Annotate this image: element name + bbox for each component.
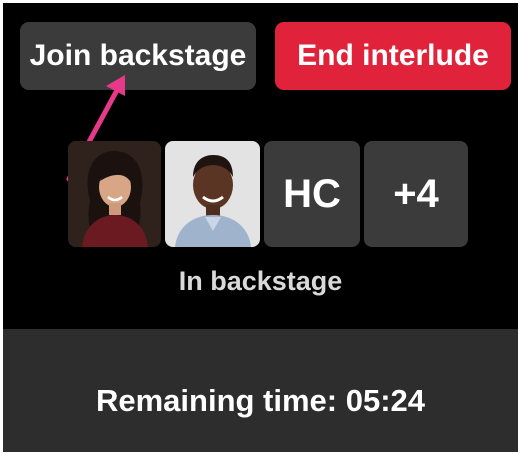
more-participants-button[interactable]: +4 <box>364 141 468 247</box>
action-bar: Join backstage End interlude <box>3 3 518 103</box>
participant-avatar[interactable] <box>68 141 161 247</box>
join-backstage-button[interactable]: Join backstage <box>20 22 256 90</box>
man-avatar <box>165 141 260 247</box>
status-footer: Remaining time: 05:24 <box>3 329 518 452</box>
participant-initials[interactable]: HC <box>264 141 360 247</box>
end-interlude-button[interactable]: End interlude <box>275 22 511 90</box>
backstage-participants: HC +4 <box>68 141 468 247</box>
remaining-time: Remaining time: 05:24 <box>95 383 426 418</box>
participant-avatar[interactable] <box>165 141 260 247</box>
interlude-panel: Join backstage End interlude HC +4 In ba… <box>3 3 518 452</box>
woman-avatar <box>68 141 161 247</box>
backstage-caption: In backstage <box>178 266 343 296</box>
